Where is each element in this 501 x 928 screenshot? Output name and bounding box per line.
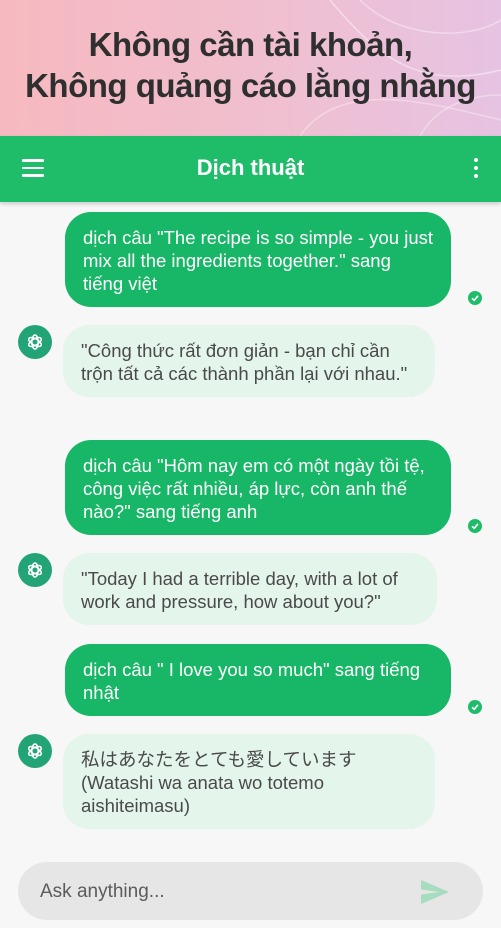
app-bar: Dịch thuật <box>0 136 501 202</box>
user-message: dịch câu " I love you so much" sang tiến… <box>65 644 451 716</box>
chat-input-bar <box>18 862 483 922</box>
user-message: dịch câu "The recipe is so simple - you … <box>65 212 451 307</box>
openai-logo-icon <box>18 734 52 768</box>
promo-line-1: Không cần tài khoản, <box>88 26 413 63</box>
page-title: Dịch thuật <box>196 155 305 180</box>
promo-banner: Không cần tài khoản, Không quảng cáo lằn… <box>0 0 501 136</box>
sent-check-icon <box>468 519 482 533</box>
promo-line-2: Không quảng cáo lằng nhằng <box>25 67 476 104</box>
more-vertical-icon[interactable] <box>473 158 479 180</box>
assistant-message: "Today I had a terrible day, with a lot … <box>63 553 437 625</box>
sent-check-icon <box>468 700 482 714</box>
promo-headline: Không cần tài khoản, Không quảng cáo lằn… <box>0 24 501 106</box>
user-message: dịch câu "Hôm nay em có một ngày tồi tệ,… <box>65 440 451 535</box>
assistant-message: "Công thức rất đơn giản - bạn chỉ cần tr… <box>63 325 435 397</box>
sent-check-icon <box>468 291 482 305</box>
chat-input[interactable] <box>38 862 422 922</box>
openai-logo-icon <box>18 325 52 359</box>
openai-logo-icon <box>18 553 52 587</box>
send-icon[interactable] <box>420 879 450 905</box>
assistant-message: 私はあなたをとても愛しています (Watashi wa anata wo tot… <box>63 734 435 829</box>
